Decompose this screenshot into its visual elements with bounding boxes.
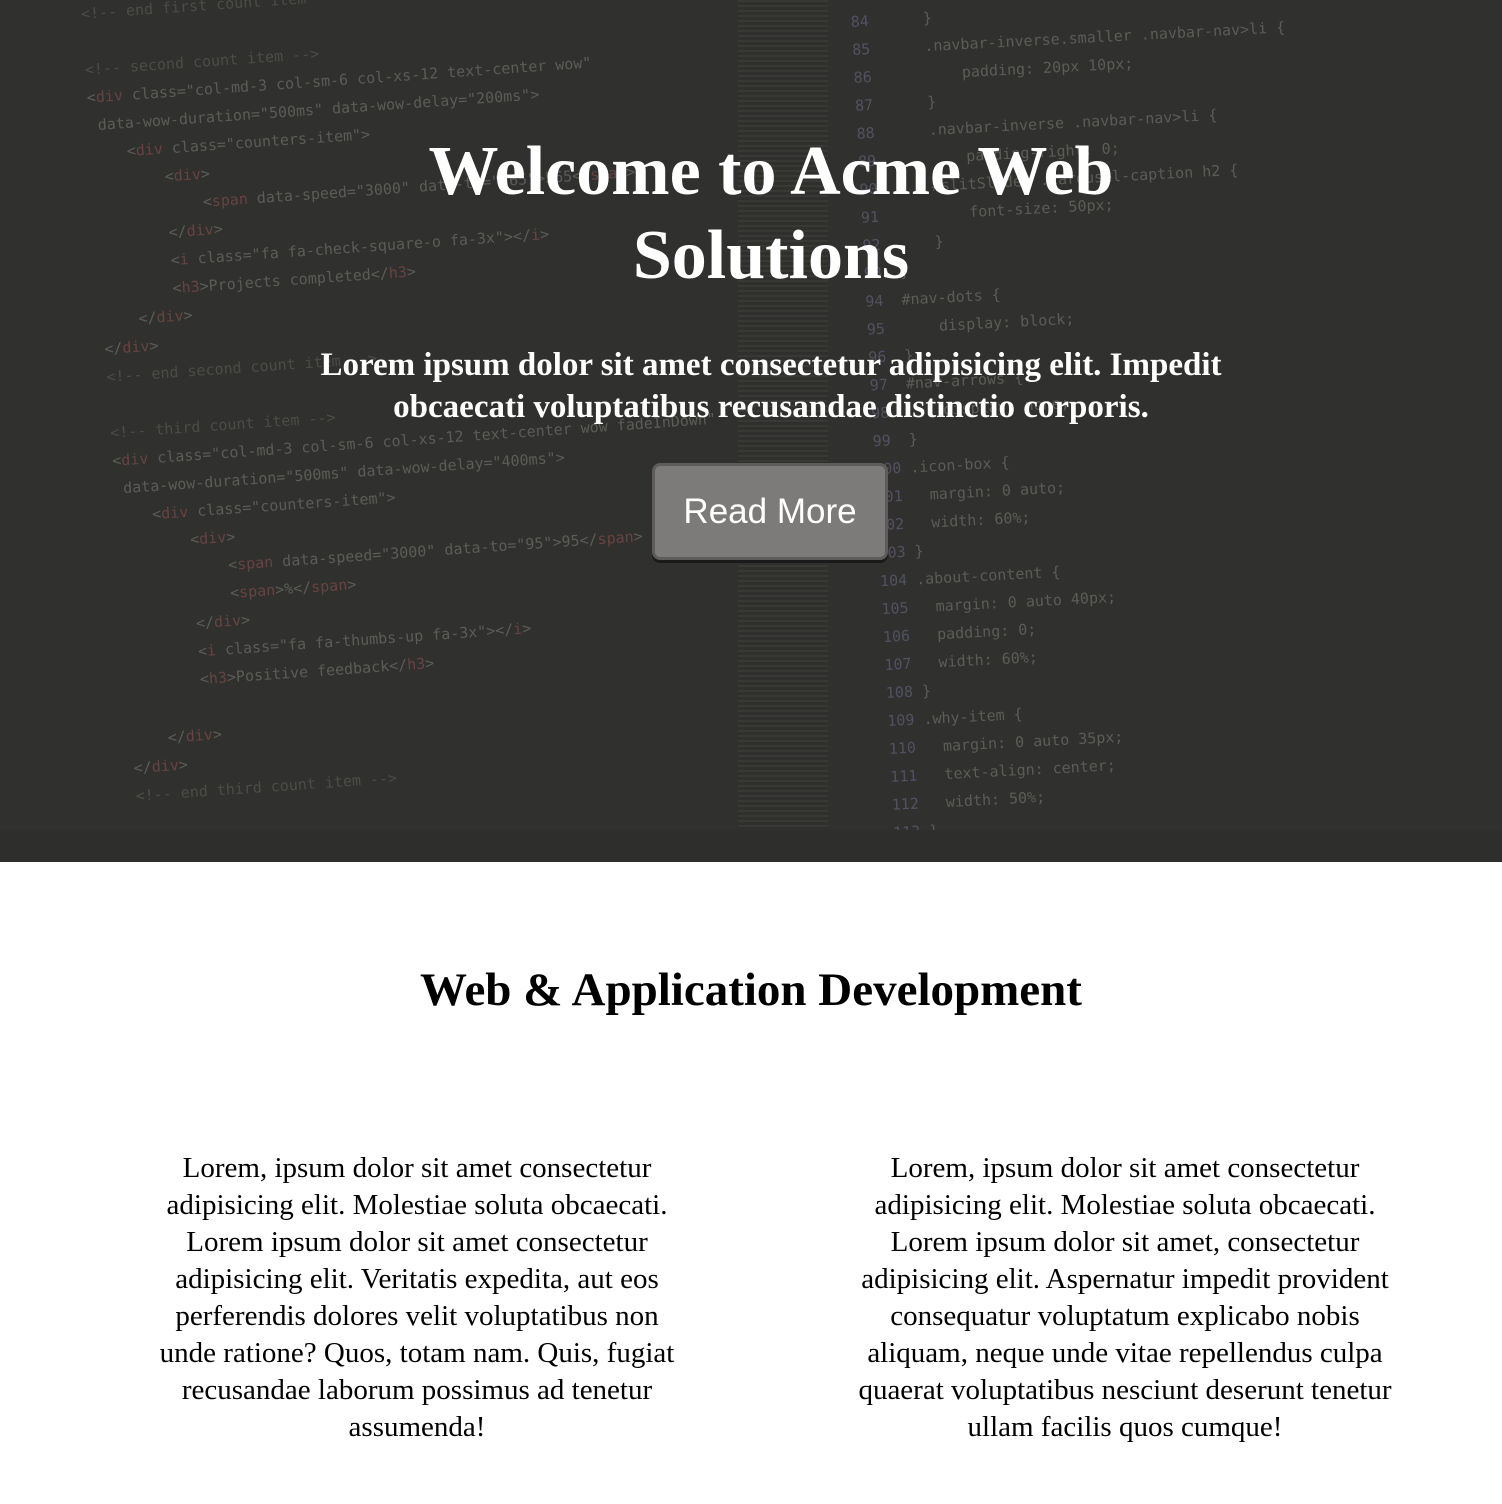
section-title: Web & Application Development: [420, 964, 1082, 1016]
column-text-left: Lorem, ipsum dolor sit amet consectetur …: [159, 1152, 675, 1443]
column-text-right: Lorem, ipsum dolor sit amet consectetur …: [858, 1152, 1392, 1443]
hero-subtitle: Lorem ipsum dolor sit amet consectetur a…: [320, 347, 1222, 425]
read-more-button[interactable]: Read More: [652, 463, 888, 560]
hero-title: Welcome to Acme Web Solutions: [428, 133, 1114, 294]
hero-bottom-strip: [0, 830, 1502, 862]
hero-section: <!-- end first count item --> <!-- secon…: [0, 0, 1502, 862]
